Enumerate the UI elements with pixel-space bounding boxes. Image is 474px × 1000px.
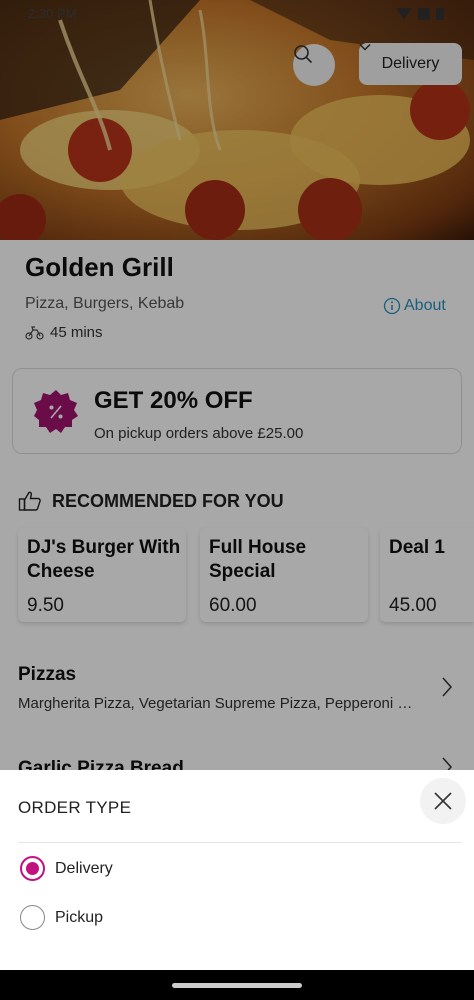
option-label: Delivery (55, 859, 113, 877)
system-nav-bar (0, 970, 474, 1000)
order-type-option-pickup[interactable]: Pickup (20, 905, 103, 930)
close-button[interactable] (420, 778, 466, 824)
modal-backdrop[interactable] (0, 0, 474, 770)
sheet-title: ORDER TYPE (18, 798, 132, 817)
divider (18, 842, 462, 843)
radio-button[interactable] (20, 905, 45, 930)
order-type-option-delivery[interactable]: Delivery (20, 856, 113, 881)
radio-button[interactable] (20, 856, 45, 881)
order-type-sheet: ORDER TYPE Delivery Pickup (0, 770, 474, 970)
option-label: Pickup (55, 908, 104, 926)
close-icon (434, 792, 452, 810)
home-handle[interactable] (172, 983, 302, 988)
